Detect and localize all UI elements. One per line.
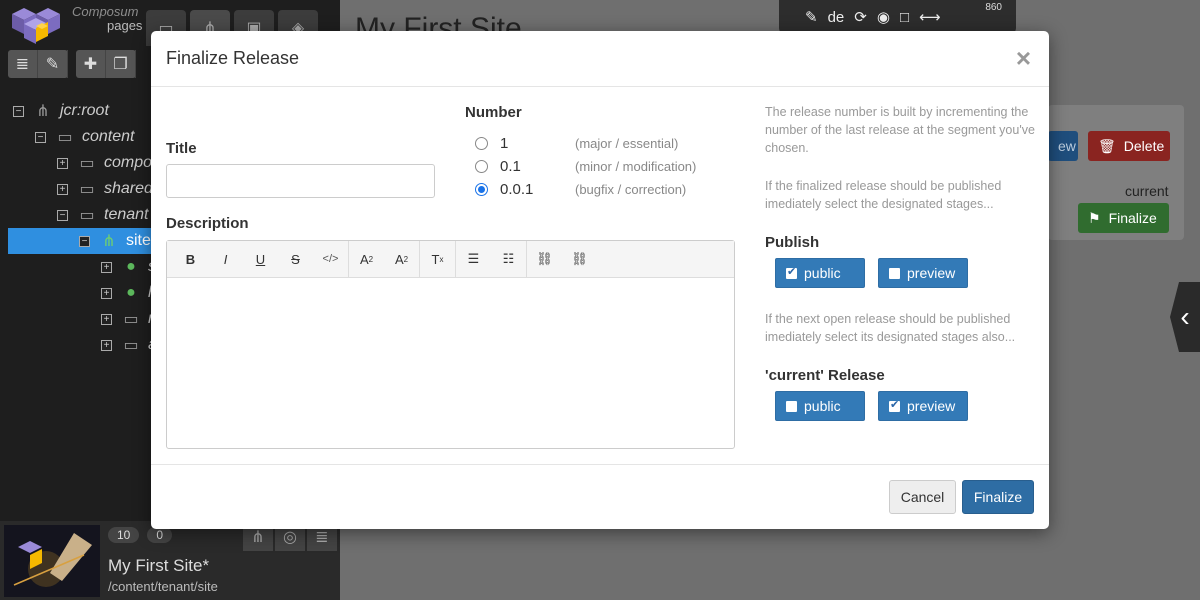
bold-icon[interactable]: B: [173, 244, 208, 274]
code-icon[interactable]: </>: [313, 244, 348, 274]
radio-value: 0.1: [500, 157, 521, 175]
current-release-label: 'current' Release: [765, 367, 885, 384]
number-option-bugfix[interactable]: 0.0.1 (bugfix / correction): [475, 179, 686, 199]
number-option-minor[interactable]: 0.1 (minor / modification): [475, 156, 696, 176]
number-option-major[interactable]: 1 (major / essential): [475, 133, 678, 153]
description-editor[interactable]: B I U S </> A2 A2 Tx ☰ ☷ ⛓ ⛓: [166, 240, 735, 449]
subscript-icon[interactable]: A2: [384, 244, 419, 274]
radio-minor[interactable]: [475, 159, 488, 173]
clear-format-icon[interactable]: Tx: [420, 244, 455, 274]
checkbox[interactable]: [889, 398, 900, 412]
toggle-label: public: [804, 265, 841, 281]
publish-public-toggle[interactable]: public: [775, 258, 865, 288]
close-icon[interactable]: ×: [1016, 45, 1031, 71]
radio-major[interactable]: [475, 136, 488, 150]
link-icon[interactable]: ⛓: [527, 244, 562, 274]
strikethrough-icon[interactable]: S: [278, 244, 313, 274]
dialog-header: Finalize Release ×: [151, 31, 1049, 87]
dialog-footer: Cancel Finalize: [151, 464, 1049, 529]
publish-help-text: If the finalized release should be publi…: [765, 179, 1002, 211]
checkbox[interactable]: [786, 400, 797, 412]
editor-toolbar: B I U S </> A2 A2 Tx ☰ ☷ ⛓ ⛓: [167, 240, 734, 278]
title-label: Title: [166, 140, 197, 157]
superscript-icon[interactable]: A2: [349, 244, 384, 274]
unlink-icon[interactable]: ⛓: [562, 244, 597, 274]
radio-bugfix[interactable]: [475, 182, 488, 196]
cancel-button[interactable]: Cancel: [889, 480, 956, 514]
toggle-label: preview: [907, 398, 956, 414]
checkbox[interactable]: [889, 267, 900, 279]
toggle-label: public: [804, 398, 841, 414]
toggle-label: preview: [907, 265, 956, 281]
current-preview-toggle[interactable]: preview: [878, 391, 968, 421]
publish-preview-toggle[interactable]: preview: [878, 258, 968, 288]
checkbox[interactable]: [786, 265, 797, 279]
dialog-title: Finalize Release: [166, 48, 300, 68]
publish-label: Publish: [765, 234, 820, 251]
current-public-toggle[interactable]: public: [775, 391, 865, 421]
bulleted-list-icon[interactable]: ☰: [456, 244, 491, 274]
radio-hint: (minor / modification): [575, 158, 697, 174]
description-label: Description: [166, 215, 249, 232]
current-help-text: If the next open release should be publi…: [765, 312, 1016, 344]
number-help-text: The release number is built by increment…: [765, 105, 1035, 155]
radio-value: 0.0.1: [500, 180, 534, 198]
title-input[interactable]: [166, 164, 435, 198]
finalize-release-dialog: Finalize Release × Title Description B I…: [151, 31, 1049, 529]
number-label: Number: [465, 104, 522, 121]
italic-icon[interactable]: I: [208, 244, 243, 274]
finalize-button[interactable]: Finalize: [962, 480, 1034, 514]
radio-hint: (major / essential): [575, 135, 679, 151]
radio-hint: (bugfix / correction): [575, 181, 687, 197]
numbered-list-icon[interactable]: ☷: [491, 244, 526, 274]
radio-value: 1: [500, 134, 509, 152]
underline-icon[interactable]: U: [243, 244, 278, 274]
